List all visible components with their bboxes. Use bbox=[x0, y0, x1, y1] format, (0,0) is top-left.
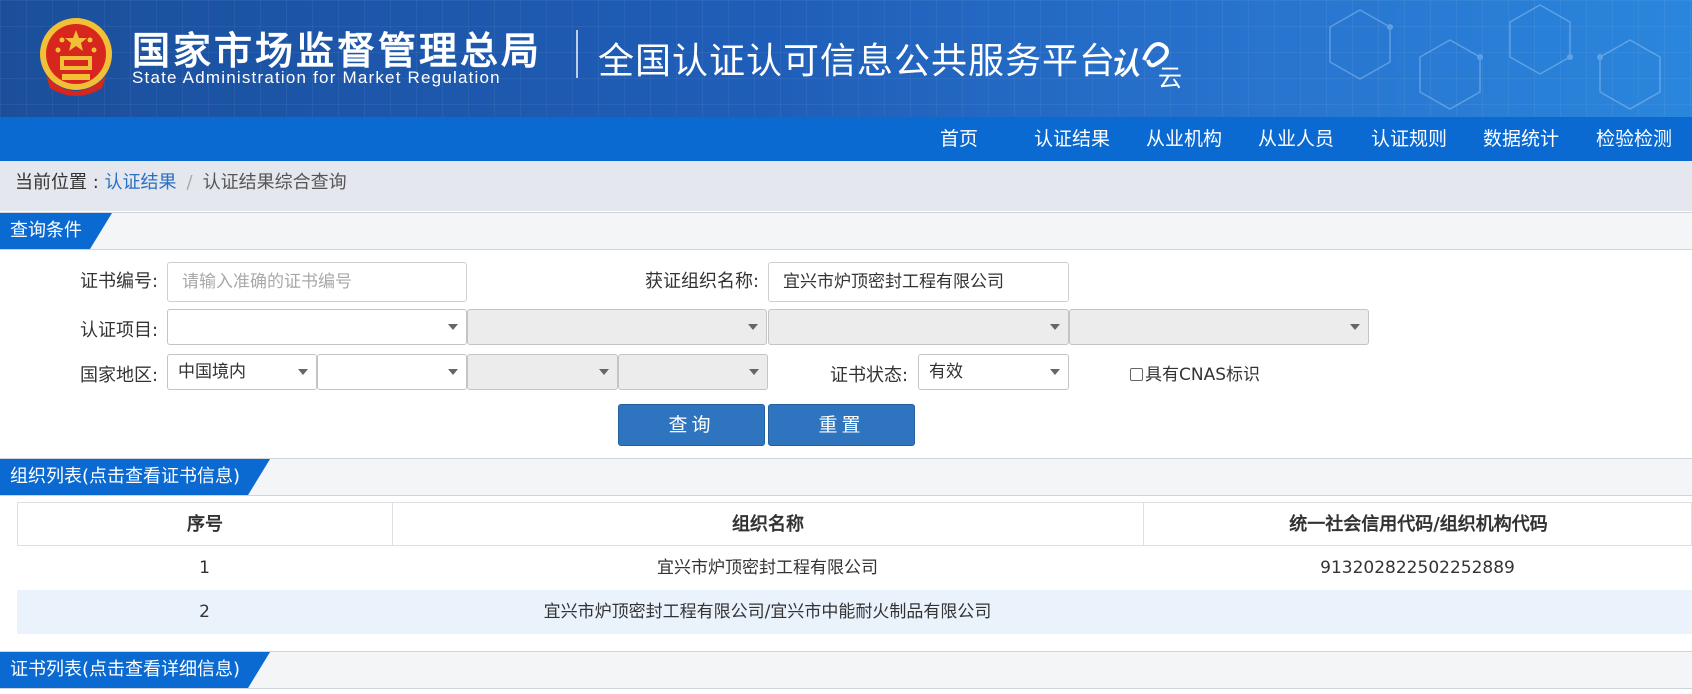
row-org-name[interactable]: 宜兴市炉顶密封工程有限公司 bbox=[392, 546, 1143, 590]
region-select-country[interactable]: 中国境内 bbox=[167, 354, 317, 390]
cert-status-label: 证书状态: bbox=[830, 365, 909, 386]
nav-item-inspection[interactable]: 检验检测 bbox=[1596, 117, 1672, 161]
svg-text:认: 认 bbox=[1110, 47, 1140, 82]
cert-status-value: 有效 bbox=[929, 362, 963, 382]
hexagon-decoration-icon bbox=[1329, 4, 1661, 110]
region-select-province[interactable] bbox=[317, 354, 467, 390]
chevron-down-icon bbox=[298, 369, 308, 375]
query-section-title: 查询条件 bbox=[0, 213, 112, 249]
cert-project-select-3[interactable] bbox=[768, 309, 1069, 345]
cert-status-select[interactable]: 有效 bbox=[918, 354, 1069, 390]
reset-button[interactable]: 重置 bbox=[768, 404, 915, 446]
org-name-input[interactable]: 宜兴市炉顶密封工程有限公司 bbox=[768, 262, 1069, 302]
cert-list-section-bar: 证书列表(点击查看详细信息) bbox=[0, 651, 1692, 689]
cnas-checkbox-wrap[interactable]: 具有CNAS标识 bbox=[1130, 355, 1260, 395]
column-header-index: 序号 bbox=[18, 503, 393, 547]
cert-list-section-title: 证书列表(点击查看详细信息) bbox=[0, 652, 270, 688]
header-divider bbox=[576, 30, 578, 78]
renyiyun-logo-icon: 认 云 bbox=[1110, 42, 1182, 90]
region-select-value: 中国境内 bbox=[178, 362, 246, 382]
region-select-city[interactable] bbox=[467, 354, 618, 390]
chevron-down-icon bbox=[1050, 369, 1060, 375]
row-credit-code bbox=[1143, 590, 1692, 634]
chevron-down-icon bbox=[448, 324, 458, 330]
chevron-down-icon bbox=[749, 369, 759, 375]
chevron-down-icon bbox=[1350, 324, 1360, 330]
nav-item-cert-rules[interactable]: 认证规则 bbox=[1371, 117, 1447, 161]
cert-project-select-4[interactable] bbox=[1069, 309, 1369, 345]
chevron-down-icon bbox=[599, 369, 609, 375]
main-nav: 首页 认证结果 从业机构 从业人员 认证规则 数据统计 检验检测 bbox=[0, 117, 1692, 161]
chevron-down-icon bbox=[448, 369, 458, 375]
table-row[interactable]: 2 宜兴市炉顶密封工程有限公司/宜兴市中能耐火制品有限公司 bbox=[17, 590, 1692, 634]
cnas-checkbox[interactable] bbox=[1130, 368, 1143, 381]
breadcrumb-separator: / bbox=[186, 172, 193, 193]
breadcrumb: 当前位置 : 认证结果 / 认证结果综合查询 bbox=[0, 161, 1692, 211]
search-button[interactable]: 查询 bbox=[618, 404, 765, 446]
nav-item-personnel[interactable]: 从业人员 bbox=[1258, 117, 1334, 161]
national-emblem-icon bbox=[40, 18, 112, 96]
cnas-checkbox-label: 具有CNAS标识 bbox=[1145, 365, 1261, 385]
cert-project-select-1[interactable] bbox=[167, 309, 467, 345]
region-select-district[interactable] bbox=[618, 354, 768, 390]
cert-project-label: 认证项目: bbox=[80, 320, 159, 341]
row-index: 1 bbox=[199, 558, 210, 578]
org-list-section-title: 组织列表(点击查看证书信息) bbox=[0, 459, 270, 495]
row-index: 2 bbox=[199, 602, 210, 622]
nav-item-cert-results[interactable]: 认证结果 bbox=[1034, 117, 1110, 161]
column-header-org-name: 组织名称 bbox=[393, 503, 1144, 547]
chevron-down-icon bbox=[748, 324, 758, 330]
org-table-header: 序号 组织名称 统一社会信用代码/组织机构代码 bbox=[17, 502, 1692, 547]
row-credit-code: 913202822502252889 bbox=[1320, 558, 1515, 578]
cert-project-select-2[interactable] bbox=[467, 309, 767, 345]
nav-item-institutions[interactable]: 从业机构 bbox=[1146, 117, 1222, 161]
table-row[interactable]: 1 宜兴市炉顶密封工程有限公司 913202822502252889 bbox=[17, 546, 1692, 590]
agency-name-en: State Administration for Market Regulati… bbox=[132, 68, 501, 87]
row-org-name[interactable]: 宜兴市炉顶密封工程有限公司/宜兴市中能耐火制品有限公司 bbox=[392, 590, 1143, 634]
breadcrumb-current: 认证结果综合查询 bbox=[202, 172, 347, 193]
nav-item-statistics[interactable]: 数据统计 bbox=[1483, 117, 1559, 161]
org-list-section-bar: 组织列表(点击查看证书信息) bbox=[0, 458, 1692, 496]
cert-no-input[interactable]: 请输入准确的证书编号 bbox=[167, 262, 467, 302]
org-name-label: 获证组织名称: bbox=[645, 271, 760, 292]
svg-text:云: 云 bbox=[1158, 64, 1182, 90]
column-header-credit-code: 统一社会信用代码/组织机构代码 bbox=[1289, 514, 1548, 535]
breadcrumb-link-cert-results[interactable]: 认证结果 bbox=[105, 172, 177, 193]
region-label: 国家地区: bbox=[80, 365, 159, 386]
query-section-bar: 查询条件 bbox=[0, 212, 1692, 250]
site-header: 国家市场监督管理总局 State Administration for Mark… bbox=[0, 0, 1692, 117]
chevron-down-icon bbox=[1050, 324, 1060, 330]
breadcrumb-prefix: 当前位置 : bbox=[15, 172, 105, 193]
platform-title: 全国认证认可信息公共服务平台 bbox=[598, 41, 1117, 82]
cert-no-label: 证书编号: bbox=[80, 271, 159, 292]
nav-item-home[interactable]: 首页 bbox=[940, 117, 978, 161]
agency-name-cn: 国家市场监督管理总局 bbox=[132, 29, 543, 73]
